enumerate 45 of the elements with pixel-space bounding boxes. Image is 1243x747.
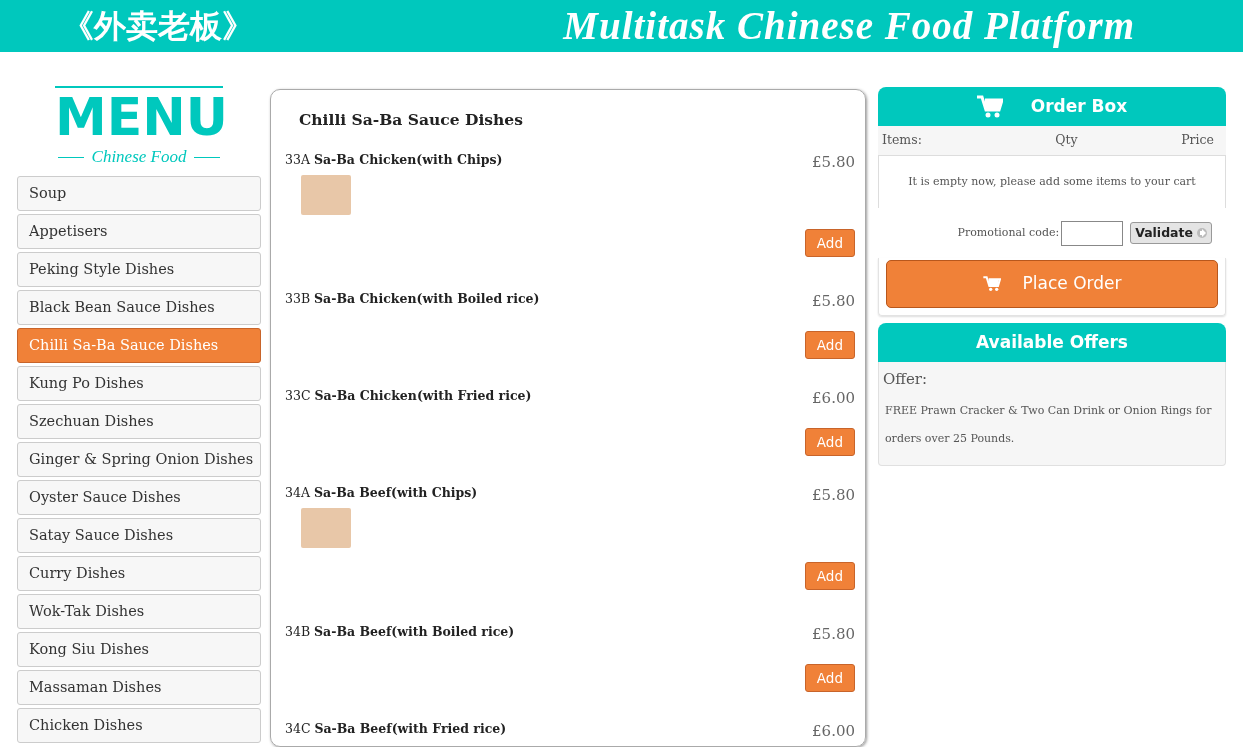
sidebar-item[interactable]: Peking Style Dishes (17, 252, 261, 287)
dish-name: 33A Sa-Ba Chicken(with Chips) (285, 151, 503, 170)
cart-icon (982, 276, 1001, 292)
arrow-icon (1197, 228, 1207, 238)
column-header: Price (1181, 131, 1214, 150)
promo-code-field[interactable] (1061, 220, 1124, 246)
sidebar-item[interactable]: Massaman Dishes (17, 670, 261, 705)
site-tagline: Multitask Chinese Food Platform (563, 3, 1135, 50)
sidebar-item[interactable]: Wok-Tak Dishes (17, 594, 261, 629)
promo-label: Promotional code: (957, 224, 1060, 241)
column-header: Items: (882, 131, 922, 150)
dish-price: £6.00 (812, 721, 855, 743)
dish-name: 34C Sa-Ba Beef(with Fried rice) (285, 720, 507, 739)
offer-label: Offer: (883, 369, 929, 390)
dish-price: £5.80 (812, 485, 855, 507)
dish-name: 33B Sa-Ba Chicken(with Boiled rice) (285, 290, 540, 309)
sidebar-item[interactable]: Black Bean Sauce Dishes (17, 290, 261, 325)
sidebar-item[interactable]: Chicken Dishes (17, 708, 261, 743)
sidebar-item[interactable]: Soup (17, 176, 261, 211)
sidebar-item[interactable]: Kong Siu Dishes (17, 632, 261, 667)
sidebar-item[interactable]: Curry Dishes (17, 556, 261, 591)
cart-icon (976, 94, 1003, 119)
dish-name: 34A Sa-Ba Beef(with Chips) (285, 484, 478, 503)
offer-text: FREE Prawn Cracker & Two Can Drink or Onion Rings for orders over 25 Pounds. (884, 402, 1213, 447)
dish-name: 34B Sa-Ba Beef(with Boiled rice) (285, 623, 515, 642)
offers-title: Available Offers (976, 330, 1128, 354)
empty-cart-message: It is empty now, please add some items to your cart (908, 173, 1196, 190)
order-box-title: Order Box (1030, 94, 1128, 118)
dish-price: £5.80 (812, 291, 855, 313)
sidebar-item[interactable]: Szechuan Dishes (17, 404, 261, 439)
sidebar-item[interactable]: Oyster Sauce Dishes (17, 480, 261, 515)
sidebar-item[interactable]: Appetisers (17, 214, 261, 249)
validate-button[interactable]: Validate (1130, 221, 1212, 245)
section-title: Chilli Sa-Ba Sauce Dishes (299, 109, 524, 131)
sidebar-item[interactable]: Kung Po Dishes (17, 366, 261, 401)
dish-price: £6.00 (812, 388, 855, 410)
dish-price: £5.80 (812, 152, 855, 174)
sidebar-item[interactable]: Satay Sauce Dishes (17, 518, 261, 553)
menu-logo-title: MENU (55, 86, 223, 145)
site-title: 《外卖老板》 (62, 6, 254, 47)
sidebar-item[interactable]: Ginger & Spring Onion Dishes (17, 442, 261, 477)
dish-price: £5.80 (812, 624, 855, 646)
menu-logo-subtitle: Chinese Food (91, 149, 187, 165)
column-header: Qty (1054, 131, 1078, 150)
dish-name: 33C Sa-Ba Chicken(with Fried rice) (285, 387, 532, 406)
